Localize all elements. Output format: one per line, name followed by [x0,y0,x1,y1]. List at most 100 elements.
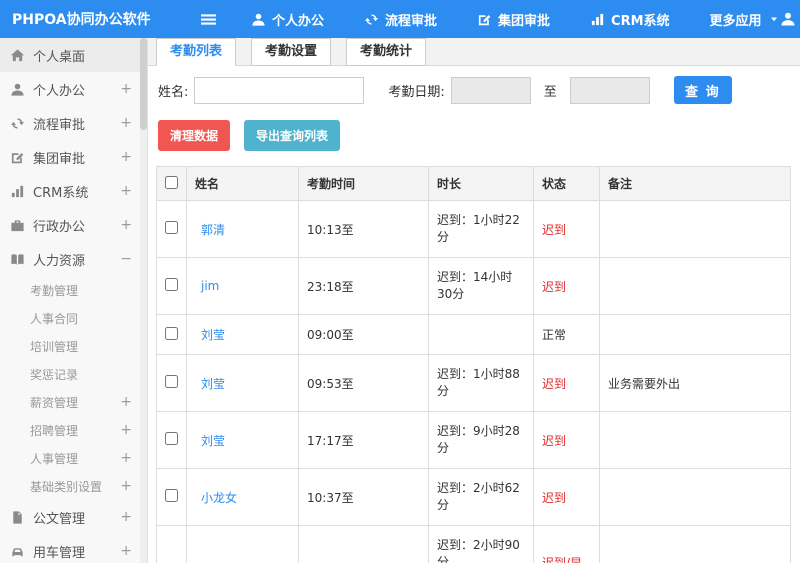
sidebar-item-crm-system[interactable]: CRM系统 + [0,174,140,208]
name-filter-label: 姓名: [158,84,189,100]
sidebar-item-vehicle-mgmt[interactable]: 用车管理 + [0,534,140,563]
row-checkbox[interactable] [165,432,178,445]
status-cell: 迟到 [533,200,600,258]
row-checkbox[interactable] [165,489,178,502]
clean-data-button[interactable]: 清理数据 [158,120,231,151]
process-icon [364,13,379,25]
note-cell: 业务需要外出 [599,354,791,412]
duration-line: 迟到：2小时62分 [437,481,520,512]
sidebar-subitem-label: 奖惩记录 [30,367,79,382]
topnav-more-apps[interactable]: 更多应用 [710,10,780,29]
name-filter-input[interactable] [194,76,365,104]
tab-attendance-list[interactable]: 考勤列表 [156,38,237,66]
expander-icon[interactable]: + [120,543,132,559]
date-to-label: 至 [543,84,557,100]
status-badge: 迟到 [542,222,567,237]
row-checkbox[interactable] [165,278,178,291]
sidebar-subitem-basic-category-settings[interactable]: 基础类别设置 + [0,472,140,500]
expander-icon[interactable]: + [120,115,132,131]
expander-icon[interactable]: + [120,478,132,494]
sidebar-item-workflow-approval[interactable]: 流程审批 + [0,106,140,140]
row-checkbox[interactable] [165,326,178,340]
expander-icon[interactable]: + [120,183,132,199]
expander-icon[interactable]: + [120,422,132,438]
sidebar-item-personal-desktop[interactable]: 个人桌面 [0,38,140,72]
user-icon[interactable] [780,11,796,27]
expander-icon[interactable]: + [120,149,132,165]
topnav-label: 个人办公 [272,13,325,29]
select-all-checkbox[interactable] [165,175,178,189]
sidebar-subitem-reward-punish-records[interactable]: 奖惩记录 [0,360,140,388]
topnav-crm-system[interactable]: CRM系统 [590,10,670,29]
table-header-row: 姓名 考勤时间 时长 状态 备注 [156,166,791,201]
sidebar-item-label: 用车管理 [33,545,86,561]
name-link[interactable]: jim [201,279,219,293]
briefcase-icon [11,219,24,231]
user-icon [11,83,24,96]
name-link[interactable]: 小龙女 [201,491,237,505]
note-cell: 1111 [599,525,791,563]
sidebar-item-doc-mgmt[interactable]: 公文管理 + [0,500,140,534]
name-link[interactable]: 刘莹 [201,434,225,448]
sidebar-item-admin-office[interactable]: 行政办公 + [0,208,140,242]
file-icon [13,510,22,524]
table-row: 郭清 10:13至 迟到：1小时22分 迟到 [156,200,791,258]
edit-icon [11,152,24,163]
table-row: 刘莹 09:00至 正常 [156,314,791,355]
name-link[interactable]: 刘莹 [201,328,225,342]
process-icon [10,117,25,129]
sidebar-item-personal-office[interactable]: 个人办公 + [0,72,140,106]
date-to-input[interactable] [569,76,650,104]
expander-icon[interactable]: − [120,251,132,267]
topnav-workflow-approval[interactable]: 流程审批 [364,10,437,29]
search-button[interactable]: 查 询 [673,76,732,104]
row-checkbox[interactable] [165,221,178,234]
table-row: jim 23:18至 迟到：14小时30分 迟到 [156,257,791,315]
sidebar-subitem-attendance-mgmt[interactable]: 考勤管理 [0,276,140,304]
sidebar-scrollbar-thumb[interactable] [140,38,147,130]
sidebar-subitem-salary-mgmt[interactable]: 薪资管理 + [0,388,140,416]
column-header: 备注 [599,166,791,201]
duration-cell: 迟到：1小时22分 [428,200,534,258]
name-link[interactable]: 郭清 [201,223,225,237]
sidebar-subitem-personnel-mgmt[interactable]: 人事管理 + [0,444,140,472]
expander-icon[interactable]: + [120,81,132,97]
date-from-input[interactable] [450,76,531,104]
name-link[interactable]: 刘莹 [201,377,225,391]
expander-icon[interactable]: + [120,217,132,233]
duration-line: 迟到：14小时30分 [437,270,513,301]
status-badge: 迟到 [542,279,567,294]
topbar: PHPOA协同办公软件 个人办公 流程审批 集团审批 CRM系统 更多应用 [0,0,800,38]
sidebar-scrollbar[interactable] [140,38,147,563]
sidebar-subitem-training-mgmt[interactable]: 培训管理 [0,332,140,360]
top-nav: 个人办公 流程审批 集团审批 CRM系统 更多应用 [251,10,780,29]
time-cell: 09:00至 [298,314,429,355]
row-checkbox-cell [156,354,187,412]
row-checkbox[interactable] [165,375,178,388]
sidebar-subitem-label: 基础类别设置 [30,479,103,494]
sidebar-item-label: 公文管理 [33,511,86,527]
duration-cell: 迟到：14小时30分 [428,257,534,315]
export-list-button[interactable]: 导出查询列表 [244,120,341,151]
duration-line: 迟到：1小时22分 [437,213,520,244]
expander-icon[interactable]: + [120,509,132,525]
tab-attendance-stats[interactable]: 考勤统计 [346,38,427,66]
topnav-group-approval[interactable]: 集团审批 [477,10,550,29]
sidebar-subitem-recruit-mgmt[interactable]: 招聘管理 + [0,416,140,444]
expander-icon[interactable]: + [120,450,132,466]
status-cell: 正常 [533,314,600,355]
topnav-personal-office[interactable]: 个人办公 [251,10,324,29]
sidebar-item-group-approval[interactable]: 集团审批 + [0,140,140,174]
topnav-label: 流程审批 [385,13,438,29]
tab-attendance-settings[interactable]: 考勤设置 [251,38,332,66]
home-icon [10,48,25,61]
sidebar-subitem-personnel-contract[interactable]: 人事合同 [0,304,140,332]
time-cell: 10:54至10:54 [298,525,429,563]
sidebar-item-hr[interactable]: 人力资源 − [0,242,140,276]
app-title: PHPOA协同办公软件 [12,12,151,28]
sidebar-subitem-label: 人事合同 [30,311,79,326]
menu-toggle-icon[interactable] [200,11,217,28]
status-badge: 正常 [542,328,567,342]
status-badge: 迟到 [542,490,567,505]
expander-icon[interactable]: + [120,394,132,410]
